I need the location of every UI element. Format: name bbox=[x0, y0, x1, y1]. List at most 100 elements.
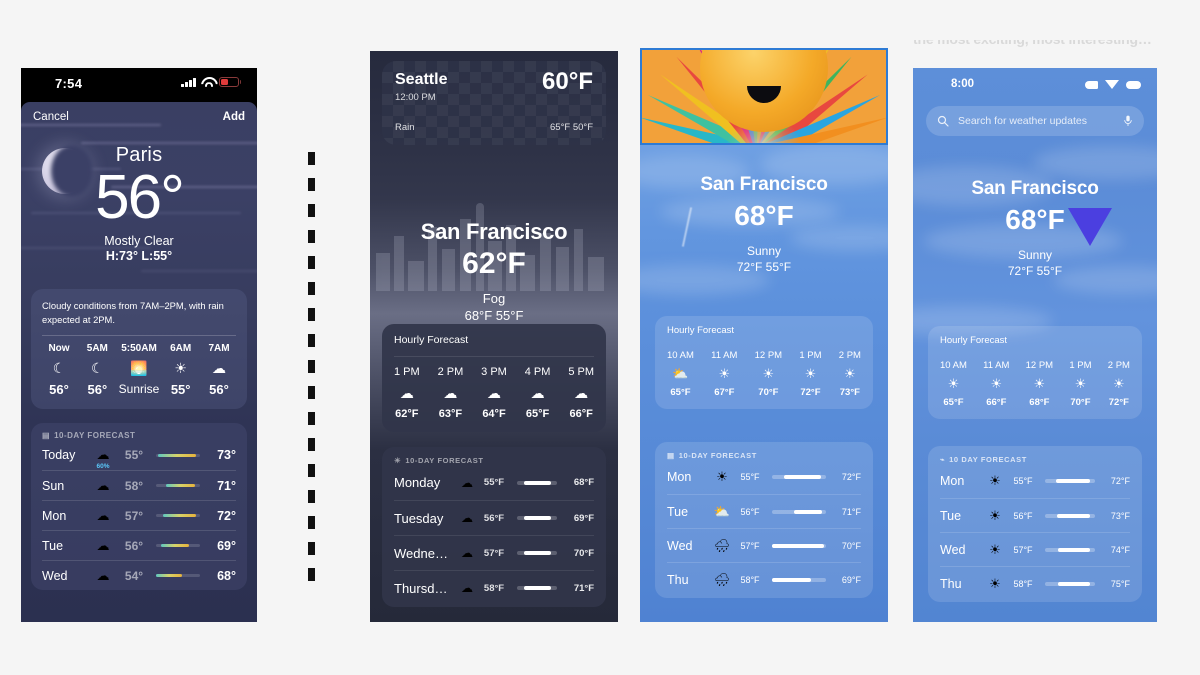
hourly-forecast-card[interactable]: Cloudy conditions from 7AM–2PM, with rai… bbox=[31, 288, 247, 410]
hourly-item[interactable]: 11 AM ☀ 67°F bbox=[711, 350, 737, 398]
hourly-item[interactable]: 1 PM ☁ 62°F bbox=[394, 366, 420, 420]
temperature-range-fill bbox=[165, 484, 195, 488]
add-button[interactable]: Add bbox=[223, 111, 245, 123]
battery-icon bbox=[1126, 80, 1141, 89]
hourly-item[interactable]: 2 PM ☀ 72°F bbox=[1108, 360, 1130, 408]
hourly-item[interactable]: 2 PM ☀ 73°F bbox=[839, 350, 861, 398]
divider-line bbox=[394, 356, 594, 357]
dash-segment bbox=[308, 464, 315, 477]
cloud-icon: ☁ bbox=[574, 384, 589, 401]
forecast-high: 71°F bbox=[841, 506, 861, 517]
forecast-day: Wedne… bbox=[394, 545, 448, 561]
table-row[interactable]: Tue ⛅ 56°F 71°F bbox=[667, 494, 861, 528]
forecast-day: Monday bbox=[394, 475, 441, 490]
hourly-item[interactable]: 1 PM ☀ 72°F bbox=[799, 350, 821, 398]
sun-icon: ☀ bbox=[718, 366, 731, 381]
dash-segment bbox=[308, 386, 315, 399]
ten-day-forecast-card[interactable]: ▤ 10-DAY FORECAST Today ☁ 60% 55° 73° Sun ☁ 58°… bbox=[31, 423, 247, 591]
hourly-strip[interactable]: Now ☾ 56° 5AM ☾ 56° 5:50AM 🌅 Sunrise 6AM ☀ 55° 7AM ☁ 5… bbox=[42, 343, 236, 397]
hourly-time: 1 PM bbox=[394, 366, 420, 378]
forecast-low: 55°F bbox=[1013, 476, 1033, 486]
hourly-temp: 62°F bbox=[395, 408, 419, 420]
table-row[interactable]: Mon ☁ 57° 72° bbox=[42, 500, 236, 530]
city-name: San Francisco bbox=[700, 174, 828, 195]
sun-icon: ☀ bbox=[1033, 376, 1046, 391]
table-row[interactable]: Wed ☀ 57°F 74°F bbox=[940, 532, 1130, 566]
sun-icon: ☀ bbox=[989, 473, 1001, 488]
table-row[interactable]: Thu 🌧 58°F 69°F bbox=[667, 562, 861, 596]
current-temperature: 68°F bbox=[1005, 204, 1065, 235]
hourly-time: 10 AM bbox=[940, 360, 967, 371]
table-row[interactable]: Monday ☁ 55°F 68°F bbox=[394, 465, 594, 500]
temperature-range-fill bbox=[783, 475, 821, 479]
forecast-high: 72°F bbox=[841, 472, 861, 482]
dash-segment bbox=[308, 152, 315, 165]
hourly-item[interactable]: 1 PM ☀ 70°F bbox=[1069, 360, 1091, 408]
hourly-strip[interactable]: 10 AM ☀ 65°F 11 AM ☀ 66°F 12 PM ☀ 68°F 1 PM ☀ 70°F 2… bbox=[940, 360, 1130, 408]
table-row[interactable]: Wedne… ☁ 57°F 70°F bbox=[394, 535, 594, 570]
temperature-range-bar bbox=[156, 514, 200, 518]
cloud-icon: ☁ bbox=[443, 384, 458, 401]
hourly-item[interactable]: 3 PM ☁ 64°F bbox=[481, 366, 507, 420]
hourly-item[interactable]: 2 PM ☁ 63°F bbox=[438, 366, 464, 420]
forecast-day: Wed bbox=[940, 542, 966, 557]
forecast-high: 69°F bbox=[841, 574, 861, 585]
cloud-icon: ☁ bbox=[212, 359, 226, 376]
hourly-item[interactable]: 5:50AM 🌅 Sunrise bbox=[119, 343, 160, 397]
forecast-high: 72°F bbox=[1110, 476, 1130, 486]
ten-day-forecast-card[interactable]: ▤ 10-DAY FORECAST Mon ☀ 55°F 72°F Tue ⛅ 56°F 71… bbox=[655, 442, 873, 598]
hourly-item[interactable]: 7AM ☁ 56° bbox=[202, 343, 236, 397]
temperature-range-bar bbox=[156, 484, 200, 488]
table-row[interactable]: Tue ☀ 56°F 73°F bbox=[940, 498, 1130, 532]
cloud-icon: ☁ bbox=[487, 384, 501, 401]
hourly-item[interactable]: 10 AM ⛅ 65°F bbox=[667, 350, 694, 398]
hourly-forecast-card[interactable]: Hourly Forecast 10 AM ☀ 65°F 11 AM ☀ 66°F 12 P… bbox=[928, 326, 1142, 419]
table-row[interactable]: Sun ☁ 58° 71° bbox=[42, 470, 236, 500]
table-row[interactable]: Tue ☁ 56° 69° bbox=[42, 530, 236, 560]
hourly-item[interactable]: 5AM ☾ 56° bbox=[80, 343, 114, 397]
hourly-forecast-card[interactable]: Hourly Forecast 10 AM ⛅ 65°F 11 AM ☀ 67°F 12 P… bbox=[655, 316, 873, 409]
hourly-item[interactable]: Now ☾ 56° bbox=[42, 343, 76, 397]
seattle-weather-widget[interactable]: Seattle 12:00 PM 60°F Rain 65°F 50°F bbox=[382, 61, 606, 145]
precipitation-percent: 60% bbox=[96, 463, 110, 471]
forecast-day: Tuesday bbox=[394, 510, 444, 526]
search-input[interactable]: Search for weather updates bbox=[926, 106, 1144, 136]
table-row[interactable]: Mon ☀ 55°F 72°F bbox=[667, 460, 861, 494]
phone-panel-dark-sf: Seattle 12:00 PM 60°F Rain 65°F 50°F San… bbox=[370, 51, 618, 622]
temperature-range-fill bbox=[524, 586, 551, 590]
microphone-icon[interactable] bbox=[1123, 114, 1133, 128]
table-row[interactable]: Mon ☀ 55°F 72°F bbox=[940, 464, 1130, 498]
forecast-low: 57° bbox=[124, 508, 144, 523]
temperature-range-fill bbox=[1058, 547, 1090, 552]
current-weather-hero: San Francisco 68°F Sunny 72°F 55°F bbox=[640, 174, 888, 274]
hourly-item[interactable]: 6AM ☀ 55° bbox=[164, 343, 198, 397]
hourly-item[interactable]: 12 PM ☀ 68°F bbox=[1026, 360, 1053, 408]
ten-day-forecast-card[interactable]: ⌁ 10 DAY FORECAST Mon ☀ 55°F 72°F Tue ☀ 56°F 73… bbox=[928, 446, 1142, 602]
hourly-item[interactable]: 12 PM ☀ 70°F bbox=[755, 350, 782, 398]
hourly-item[interactable]: 10 AM ☀ 65°F bbox=[940, 360, 967, 408]
table-row[interactable]: Wed 🌧 57°F 70°F bbox=[667, 528, 861, 562]
dash-segment bbox=[308, 204, 315, 217]
forecast-day: Mon bbox=[667, 470, 692, 484]
temperature-range-fill bbox=[157, 453, 196, 457]
hourly-item[interactable]: 5 PM ☁ 66°F bbox=[568, 366, 594, 420]
temperature-range-fill bbox=[793, 509, 822, 514]
cancel-button[interactable]: Cancel bbox=[33, 111, 69, 123]
table-row[interactable]: Thu ☀ 58°F 75°F bbox=[940, 566, 1130, 600]
ten-day-forecast-card[interactable]: ☀ 10-DAY FORECAST Monday ☁ 55°F 68°F Tuesday… bbox=[382, 447, 606, 607]
sheet-nav-bar: Cancel Add bbox=[21, 102, 257, 132]
table-row[interactable]: Today ☁ 60% 55° 73° bbox=[42, 440, 236, 470]
hourly-item[interactable]: 4 PM ☁ 65°F bbox=[525, 366, 551, 420]
table-row[interactable]: Wed ☁ 54° 68° bbox=[42, 560, 236, 590]
temperature-range-fill bbox=[1056, 479, 1090, 483]
table-row[interactable]: Thursd… ☁ 58°F 71°F bbox=[394, 570, 594, 605]
ten-day-header-label: 10-DAY FORECAST bbox=[678, 451, 757, 460]
table-row[interactable]: Tuesday ☁ 56°F 69°F bbox=[394, 500, 594, 535]
current-temperature: 68°F bbox=[734, 200, 794, 231]
hourly-strip[interactable]: 10 AM ⛅ 65°F 11 AM ☀ 67°F 12 PM ☀ 70°F 1 PM ☀ 72°F 2… bbox=[667, 350, 861, 398]
hourly-forecast-title: Hourly Forecast bbox=[667, 325, 735, 336]
hourly-temp: 65°F bbox=[525, 408, 550, 420]
hourly-item[interactable]: 11 AM ☀ 66°F bbox=[983, 360, 1009, 408]
hourly-forecast-card[interactable]: Hourly Forecast 1 PM ☁ 62°F 2 PM ☁ 63°F 3 PM ☁ 6… bbox=[382, 324, 606, 432]
hourly-strip[interactable]: 1 PM ☁ 62°F 2 PM ☁ 63°F 3 PM ☁ 64°F 4 PM ☁ 65°F 5 PM… bbox=[394, 366, 594, 420]
